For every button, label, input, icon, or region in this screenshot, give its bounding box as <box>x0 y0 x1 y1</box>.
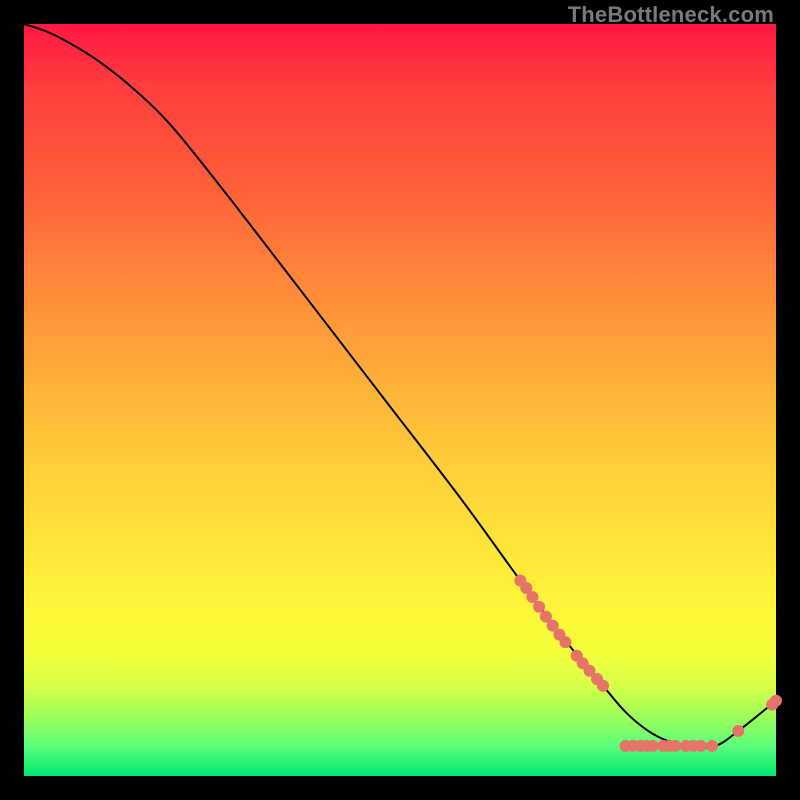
data-marker <box>597 680 609 692</box>
data-marker <box>526 591 538 603</box>
bottleneck-curve <box>24 24 776 748</box>
data-marker <box>647 740 659 752</box>
data-marker <box>706 740 718 752</box>
chart-stage: TheBottleneck.com <box>0 0 800 800</box>
data-marker <box>559 636 571 648</box>
data-marker <box>770 695 782 707</box>
data-marker <box>732 725 744 737</box>
data-marker <box>533 601 545 613</box>
data-marker <box>695 740 707 752</box>
curve-layer <box>24 24 776 776</box>
data-markers <box>514 575 782 752</box>
data-marker <box>669 740 681 752</box>
plot-area <box>24 24 776 776</box>
